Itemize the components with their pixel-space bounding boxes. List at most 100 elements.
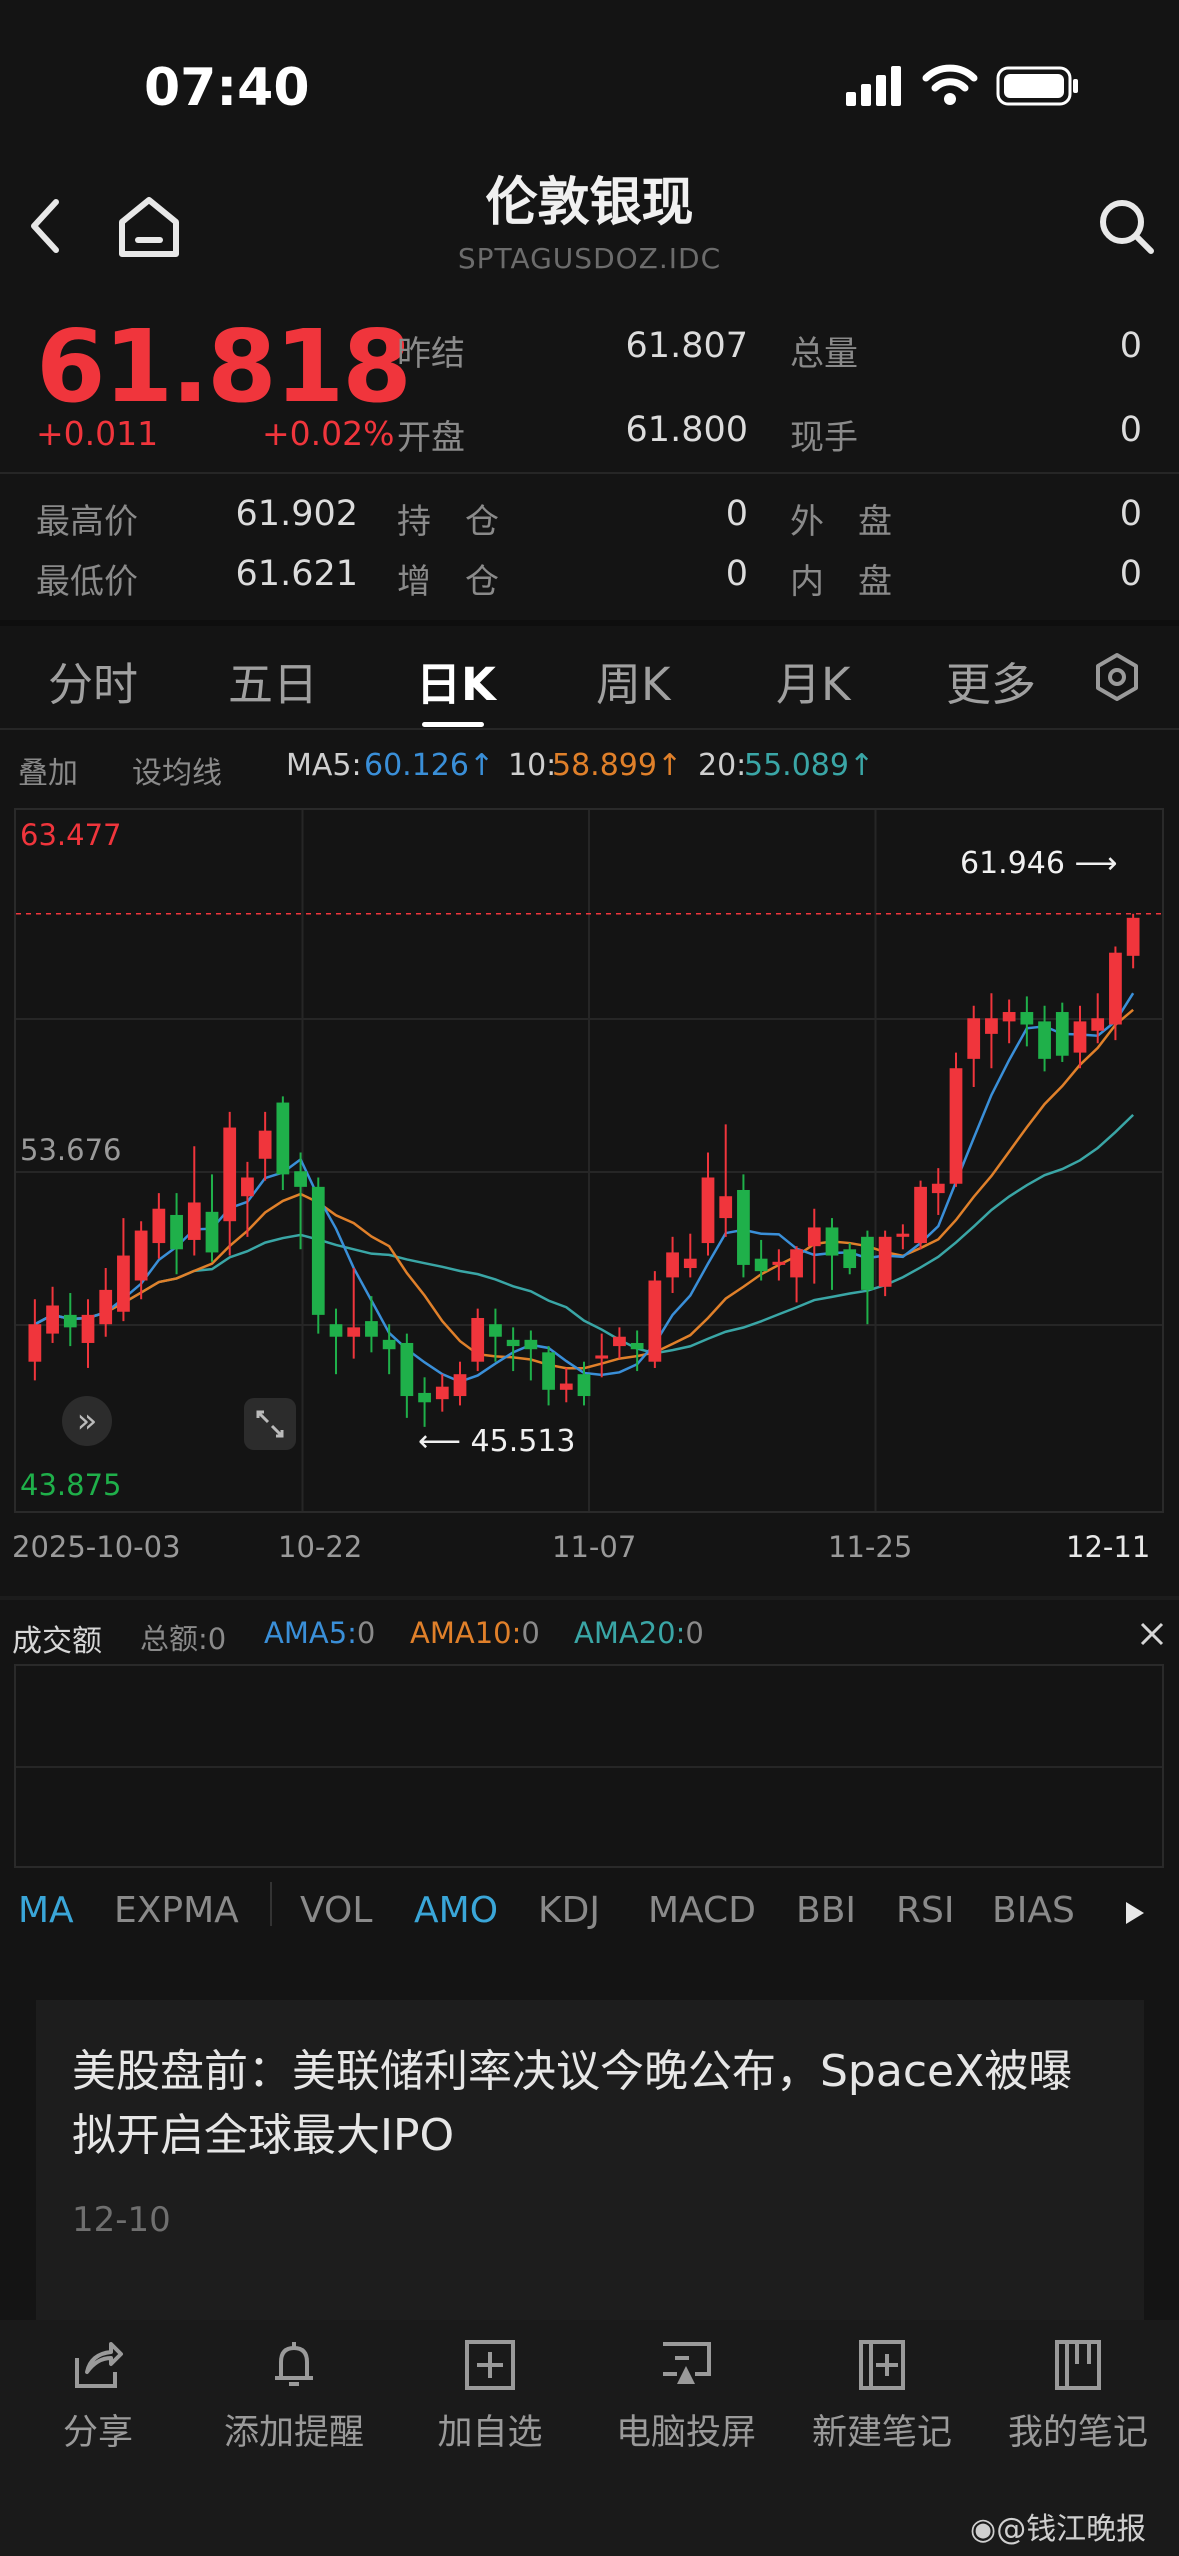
add-watchlist-button[interactable]: 加自选 (392, 2330, 588, 2455)
candle-body (861, 1236, 874, 1290)
toolbar-label: 电脑投屏 (615, 2413, 756, 2453)
candle-body (435, 1386, 449, 1400)
indicator-tab-kdj[interactable]: KDJ (538, 1890, 600, 1931)
candle-body (489, 1324, 502, 1337)
tab-monthly-k[interactable]: 月K (776, 648, 851, 713)
volume-gridline (16, 1766, 1162, 1768)
low-label: 最低价 (36, 562, 138, 602)
ma5-value: 60.126↑ (364, 748, 495, 783)
total-volume-label: 总量 (790, 334, 858, 374)
candle-body (896, 1233, 910, 1237)
toolbar-label: 新建笔记 (811, 2413, 952, 2453)
my-notes-button[interactable]: 我的笔记 (980, 2330, 1176, 2455)
candle-body (1020, 1012, 1034, 1025)
candle-body (595, 1355, 609, 1359)
indicator-tab-macd[interactable]: MACD (648, 1890, 756, 1931)
new-note-button[interactable]: 新建笔记 (784, 2330, 980, 2455)
candle-body (418, 1392, 431, 1403)
open-interest-value: 0 (725, 494, 748, 534)
volume-chart (14, 1664, 1164, 1868)
instrument-code: SPTAGUSDOZ.IDC (457, 242, 722, 275)
candle-body (506, 1339, 520, 1347)
oi-change-value: 0 (725, 554, 748, 594)
candle-body (985, 1018, 998, 1034)
indicator-tab-expma[interactable]: EXPMA (114, 1890, 239, 1931)
candle-body (1055, 1012, 1069, 1056)
play-arrow-icon[interactable] (1124, 1900, 1146, 1930)
fullscreen-icon[interactable] (244, 1398, 296, 1450)
ma20-value: 55.089↑ (744, 748, 875, 783)
ama10-value: 0 (521, 1616, 540, 1650)
candle-body (542, 1352, 555, 1390)
news-card[interactable]: 美股盘前：美联储利率决议今晚公布，SpaceX被曝拟开启全球最大IPO 12-1… (36, 2000, 1144, 2340)
indicator-tab-ma[interactable]: MA (18, 1890, 74, 1931)
tab-five-day[interactable]: 五日 (228, 648, 318, 713)
tab-weekly-k[interactable]: 周K (596, 648, 671, 713)
x-tick: 2025-10-03 (12, 1530, 181, 1564)
candle-body (46, 1305, 59, 1334)
high-annotation: 61.946 ⟶ (960, 846, 1118, 881)
high-value: 61.902 (235, 494, 358, 534)
prev-settle-value: 61.807 (625, 326, 748, 366)
expand-left-icon[interactable]: » (62, 1396, 112, 1446)
candle-body (807, 1227, 821, 1247)
indicator-tab-amo[interactable]: AMO (414, 1890, 498, 1931)
candle-body (967, 1018, 981, 1059)
indicator-tab-vol[interactable]: VOL (300, 1890, 372, 1931)
search-icon[interactable] (1096, 196, 1156, 260)
close-icon[interactable] (1138, 1620, 1166, 1652)
candle-body (914, 1186, 927, 1244)
page-title: 伦敦银现 (485, 173, 694, 233)
volume-total: 总额:0 (140, 1622, 227, 1656)
candle-body (666, 1252, 679, 1278)
toolbar-label: 分享 (62, 2413, 133, 2453)
tab-more[interactable]: 更多 (946, 648, 1036, 713)
high-annotation-value: 61.946 (960, 846, 1065, 881)
current-lots-value: 0 (1119, 410, 1142, 450)
indicator-tab-rsi[interactable]: RSI (896, 1890, 954, 1931)
screen-cast-button[interactable]: 电脑投屏 (588, 2330, 784, 2455)
candle-body (524, 1339, 538, 1350)
divider (0, 728, 1179, 730)
indicator-tab-bbi[interactable]: BBI (796, 1890, 856, 1931)
watermark-text: @钱江晚报 (996, 2512, 1147, 2547)
tab-daily-k[interactable]: 日K (416, 648, 496, 713)
share-button[interactable]: 分享 (0, 2330, 196, 2455)
last-price: 61.818 (36, 308, 412, 425)
indicator-tab-bias[interactable]: BIAS (992, 1890, 1075, 1931)
x-tick: 11-07 (552, 1530, 637, 1564)
settings-icon[interactable] (1092, 652, 1142, 706)
candle-body (613, 1336, 626, 1347)
candle-body (365, 1321, 378, 1337)
candle-body (152, 1208, 166, 1244)
new-note-icon (784, 2330, 980, 2400)
watermark: ◉@钱江晚报 (970, 2504, 1146, 2548)
candle-body (737, 1189, 750, 1265)
ma10-label: 10: (508, 748, 557, 783)
high-label: 最高价 (36, 502, 138, 542)
low-annotation-value: 45.513 (470, 1424, 576, 1459)
x-tick: 11-25 (828, 1530, 913, 1564)
candle-body (754, 1258, 768, 1272)
ama20-value: 0 (685, 1616, 704, 1650)
candle-body (347, 1327, 361, 1337)
ama20-label-text: AMA20: (574, 1616, 686, 1650)
y-max-label: 63.477 (20, 818, 122, 852)
news-headline[interactable]: 美股盘前：美联储利率决议今晚公布，SpaceX被曝拟开启全球最大IPO (72, 2040, 1112, 2168)
candle-body (311, 1186, 325, 1315)
candle-body (63, 1314, 77, 1328)
candlestick-chart[interactable] (14, 808, 1164, 1513)
tab-intraday[interactable]: 分时 (48, 648, 138, 713)
candle-body (187, 1202, 201, 1240)
overlay-button[interactable]: 叠加 (18, 748, 78, 792)
ama20-label: AMA20:0 (574, 1616, 704, 1650)
candle-body (453, 1374, 467, 1397)
inner-volume-value: 0 (1119, 554, 1142, 594)
ma20-label: 20: (698, 748, 747, 783)
candle-body (241, 1177, 254, 1197)
notebook-icon (980, 2330, 1176, 2400)
x-tick: 12-11 (1066, 1530, 1151, 1564)
ma10-value: 58.899↑ (552, 748, 683, 783)
set-ma-button[interactable]: 设均线 (132, 748, 222, 792)
add-alert-button[interactable]: 添加提醒 (196, 2330, 392, 2455)
